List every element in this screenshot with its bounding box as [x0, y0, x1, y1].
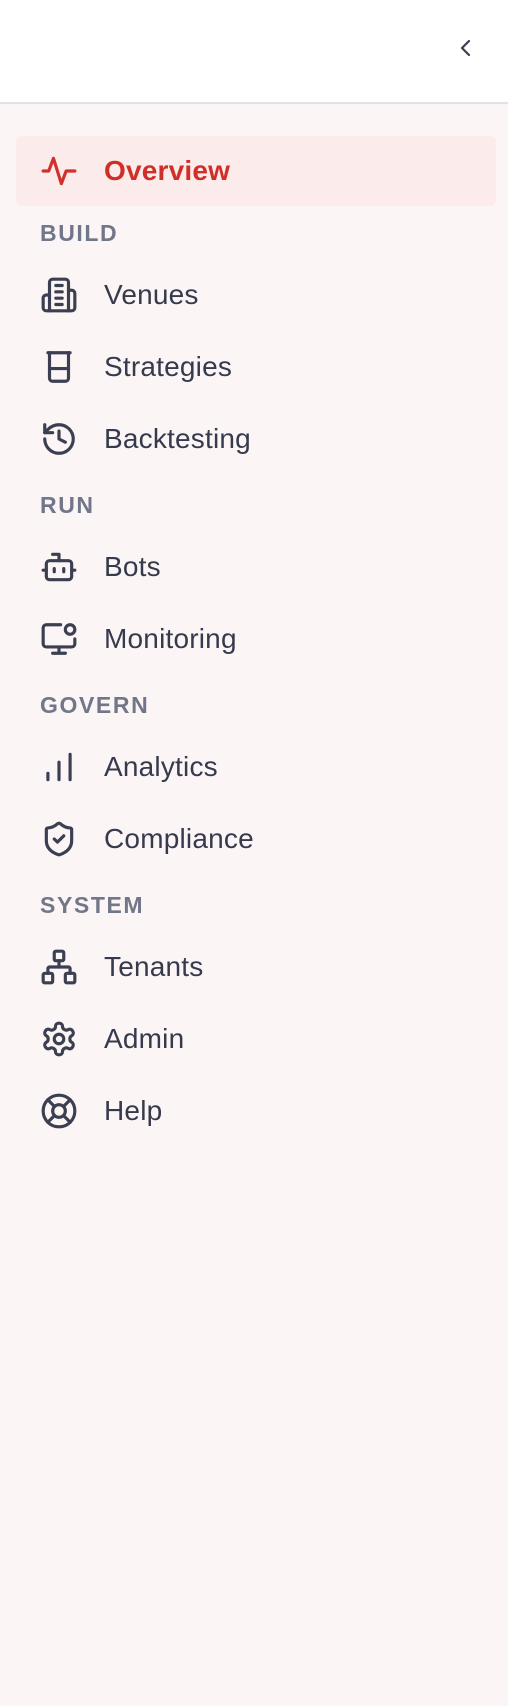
sidebar-item-label: Monitoring: [104, 623, 237, 654]
sidebar-item-label: Overview: [104, 155, 231, 186]
section-title-system: SYSTEM: [40, 892, 145, 918]
bar-chart-icon: [40, 748, 78, 786]
sidebar-item-label: Compliance: [104, 823, 254, 854]
shield-check-icon: [40, 820, 78, 858]
section-title-build: BUILD: [40, 220, 119, 246]
sidebar-header: [0, 0, 508, 104]
beaker-icon: [40, 348, 78, 386]
sidebar-item-analytics[interactable]: Analytics: [16, 732, 496, 802]
life-buoy-icon: [40, 1092, 78, 1130]
sidebar-item-help[interactable]: Help: [16, 1076, 496, 1146]
sidebar-item-venues[interactable]: Venues: [16, 260, 496, 330]
activity-icon: [40, 152, 78, 190]
sidebar-item-label: Admin: [104, 1023, 185, 1054]
sidebar-item-strategies[interactable]: Strategies: [16, 332, 496, 402]
history-icon: [40, 420, 78, 458]
sidebar-item-label: Venues: [104, 279, 199, 310]
sidebar-item-backtesting[interactable]: Backtesting: [16, 404, 496, 474]
sidebar-item-compliance[interactable]: Compliance: [16, 804, 496, 874]
sidebar-item-label: Backtesting: [104, 423, 251, 454]
section-title-run: RUN: [40, 492, 95, 518]
sidebar-item-label: Bots: [104, 551, 161, 582]
sidebar-item-label: Strategies: [104, 351, 233, 382]
sidebar-item-label: Help: [104, 1095, 163, 1126]
sidebar-item-admin[interactable]: Admin: [16, 1004, 496, 1074]
sidebar-item-label: Tenants: [104, 951, 204, 982]
building-icon: [40, 276, 78, 314]
sidebar-item-bots[interactable]: Bots: [16, 532, 496, 602]
gear-icon: [40, 1020, 78, 1058]
sidebar-item-overview[interactable]: Overview: [16, 136, 496, 206]
network-icon: [40, 948, 78, 986]
chevron-left-icon: [460, 39, 471, 57]
bot-icon: [40, 548, 78, 586]
sidebar: Overview BUILD Venues Strategies Backtes…: [0, 0, 508, 1706]
collapse-sidebar-button[interactable]: [446, 28, 486, 68]
sidebar-item-tenants[interactable]: Tenants: [16, 932, 496, 1002]
section-title-govern: GOVERN: [40, 692, 150, 718]
sidebar-item-label: Analytics: [104, 751, 218, 782]
sidebar-item-monitoring[interactable]: Monitoring: [16, 604, 496, 674]
monitor-icon: [40, 620, 78, 658]
